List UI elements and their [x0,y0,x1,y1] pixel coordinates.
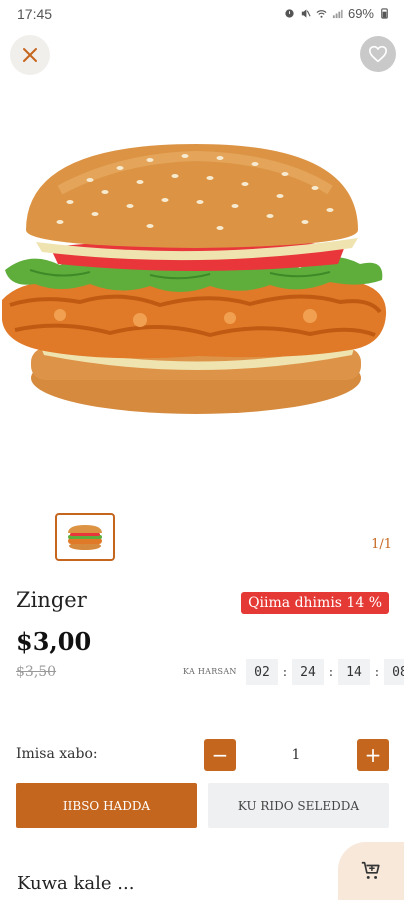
battery-icon [381,8,388,19]
countdown-days: 02 [246,659,278,685]
countdown-separator: : [282,664,288,680]
favorite-button[interactable] [360,36,396,72]
price: $3,00 [16,627,92,656]
related-section-title: Kuwa kale ... [17,873,135,894]
thumbnail-image [68,525,102,550]
floating-cart-button[interactable] [338,842,404,900]
thumbnail-1[interactable] [55,513,115,561]
countdown-separator: : [374,664,380,680]
battery-percent: 69% [347,6,374,21]
close-button[interactable] [10,35,50,75]
status-bar: 17:45 69% [0,0,404,28]
discount-badge: Qiima dhimis 14 % [241,592,389,614]
countdown-timer: 02 : 24 : 14 : 08 [246,659,404,685]
countdown-seconds: 08 [384,659,404,685]
close-icon [23,48,37,62]
old-price: $3,50 [16,664,57,680]
image-pager: 1/1 [371,537,392,552]
countdown-label: KA HARSAN [183,667,237,676]
countdown-hours: 24 [292,659,324,685]
wifi-icon [316,10,327,18]
signal-icon [332,9,343,19]
mute-icon [301,9,311,18]
heart-icon [369,45,387,63]
product-image [2,144,387,414]
add-to-cart-icon [361,861,380,879]
countdown-separator: : [328,664,334,680]
buy-now-button[interactable]: IIBSO HADDA [16,783,197,828]
quantity-increase-button[interactable]: + [357,739,389,771]
quantity-input[interactable] [239,739,353,771]
countdown-minutes: 14 [338,659,370,685]
status-time: 17:45 [17,6,53,22]
quantity-label: Imisa xabo: [16,746,98,762]
alarm-icon [285,9,294,18]
product-name: Zinger [16,588,87,612]
add-to-cart-button[interactable]: KU RIDO SELEDDA [208,783,389,828]
quantity-decrease-button[interactable]: − [204,739,236,771]
status-icons: 69% [284,6,390,21]
